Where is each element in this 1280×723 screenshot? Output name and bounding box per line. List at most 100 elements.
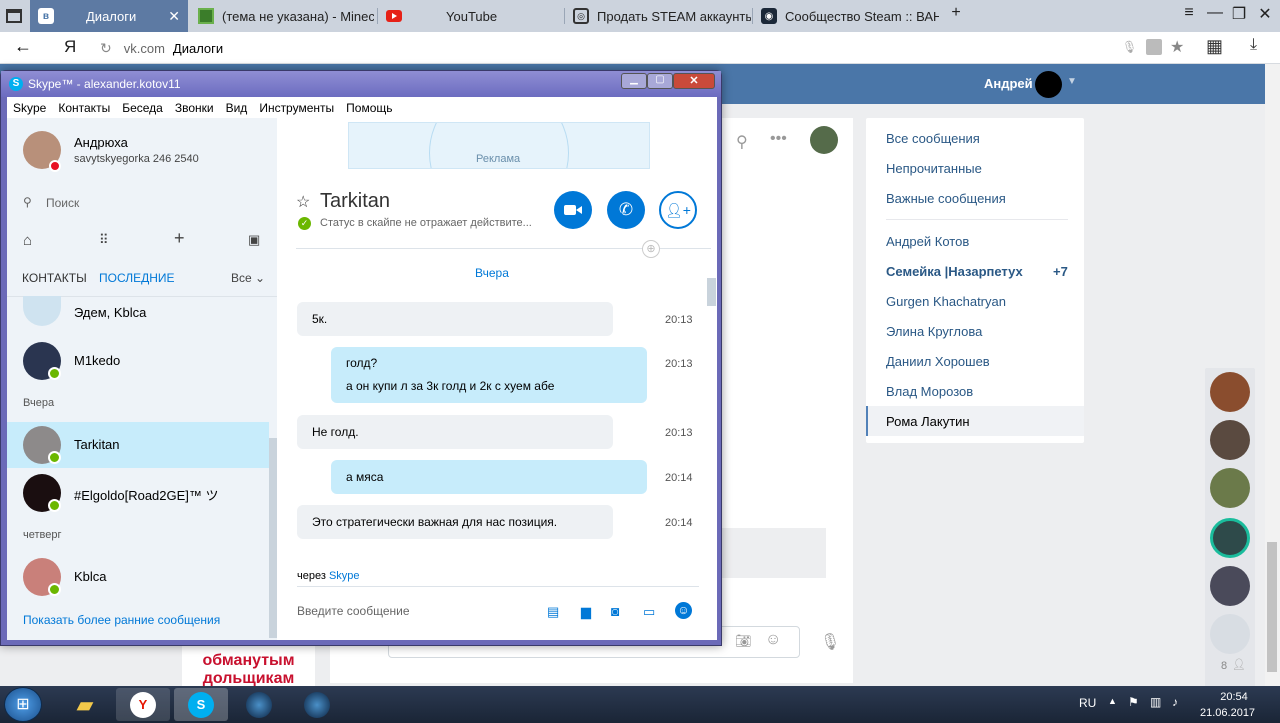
refresh-icon[interactable]: ↻ <box>100 40 112 57</box>
message-bubble-incoming[interactable]: Это стратегически важная для нас позиция… <box>297 505 613 539</box>
network-icon[interactable]: ▥ <box>1150 695 1161 709</box>
close-window-icon[interactable]: ✕ <box>1252 4 1278 24</box>
skype-taskbar-button[interactable]: S <box>174 688 228 721</box>
dialog-item-selected[interactable]: Рома Лакутин <box>866 406 1084 436</box>
menu-help[interactable]: Помощь <box>346 101 392 115</box>
friend-avatar[interactable] <box>1210 614 1250 654</box>
language-indicator[interactable]: RU <box>1079 696 1096 710</box>
video-call-button[interactable] <box>554 191 592 229</box>
browser-menu-icon[interactable]: ≡ <box>1176 4 1202 22</box>
emoticon-icon[interactable]: ☺ <box>675 602 692 619</box>
explorer-taskbar-button[interactable]: ▰ <box>58 688 112 721</box>
clock-date[interactable]: 21.06.2017 <box>1200 707 1255 719</box>
tabs-menu-button[interactable] <box>0 0 26 32</box>
video-message-icon[interactable]: ◙ <box>611 603 619 619</box>
chat-scrollbar[interactable] <box>707 278 716 306</box>
tab-dialogs[interactable]: в Диалоги ✕ <box>30 0 188 32</box>
close-tab-icon[interactable]: ✕ <box>168 8 180 25</box>
profile-mood[interactable]: savytskyegorka 246 2540 <box>74 153 199 165</box>
camera-icon[interactable]: 📷︎ <box>735 633 752 649</box>
contact-item-selected[interactable]: Tarkitan <box>7 422 269 468</box>
home-icon[interactable]: ⌂ <box>23 232 32 249</box>
vk-user-name[interactable]: Андрей <box>984 76 1033 91</box>
tab-minecraft[interactable]: (тема не указана) - Minecra <box>190 0 374 32</box>
tab-recent[interactable]: ПОСЛЕДНИЕ <box>99 271 175 285</box>
show-earlier-link[interactable]: Показать более ранние сообщения <box>23 613 220 627</box>
message-bubble-incoming[interactable]: Не голд. <box>297 415 613 449</box>
friend-avatar[interactable] <box>1210 566 1250 606</box>
audio-call-button[interactable]: ✆ <box>607 191 645 229</box>
tray-arrow-icon[interactable]: ▲ <box>1108 696 1117 706</box>
menu-conversation[interactable]: Беседа <box>122 101 163 115</box>
more-icon[interactable]: ••• <box>770 130 787 148</box>
menu-view[interactable]: Вид <box>226 101 248 115</box>
tab-steam-sell[interactable]: ◎ Продать STEAM аккаунты <box>565 0 751 32</box>
friend-avatar[interactable] <box>1210 518 1250 558</box>
volume-icon[interactable]: ♪ <box>1172 695 1178 709</box>
smile-icon[interactable]: ☺ <box>765 631 781 649</box>
app-taskbar-button[interactable] <box>290 688 344 721</box>
filter-dropdown[interactable]: Все ⌄ <box>231 271 265 285</box>
skype-titlebar[interactable]: S Skype™ - alexander.kotov11 ▁ ▢ ✕ <box>1 71 721 97</box>
message-input[interactable]: Введите сообщение <box>297 604 410 618</box>
add-participant-button[interactable]: 👤︎+ <box>659 191 697 229</box>
friend-avatar[interactable] <box>1210 372 1250 412</box>
vk-avatar[interactable] <box>1035 71 1062 98</box>
skype-close-button[interactable]: ✕ <box>673 73 715 89</box>
dialog-item[interactable]: Андрей Котов <box>886 234 969 249</box>
restore-icon[interactable]: ❐ <box>1226 4 1252 24</box>
dialpad-icon[interactable]: ⠿ <box>99 232 109 248</box>
clock-time[interactable]: 20:54 <box>1212 691 1256 703</box>
flag-icon[interactable]: ⚑ <box>1128 695 1139 709</box>
chevron-down-icon[interactable]: ▼ <box>1067 76 1077 87</box>
add-contact-icon[interactable]: ▣ <box>248 232 260 248</box>
contact-search-input[interactable]: Поиск <box>46 196 79 210</box>
send-contact-icon[interactable]: ▤ <box>547 604 559 620</box>
favorite-star-icon[interactable]: ☆ <box>296 192 310 212</box>
ad-banner[interactable]: Реклама <box>348 122 650 169</box>
menu-tools[interactable]: Инструменты <box>259 101 334 115</box>
menu-skype[interactable]: Skype <box>13 101 46 115</box>
page-scrollbar[interactable] <box>1265 64 1280 686</box>
chat-contact-name[interactable]: Tarkitan <box>320 190 390 213</box>
menu-calls[interactable]: Звонки <box>175 101 214 115</box>
add-icon[interactable]: + <box>174 228 185 249</box>
url-field[interactable]: ↻ vk.com Диалоги <box>100 36 1190 60</box>
contact-item[interactable]: Kblca <box>7 552 269 610</box>
mic-icon[interactable]: 🎙︎ <box>1122 40 1137 54</box>
contacts-card-icon[interactable]: ▭ <box>643 604 655 620</box>
back-arrow-icon[interactable]: ← <box>14 36 32 57</box>
menu-unread[interactable]: Непрочитанные <box>886 161 982 176</box>
dialog-item[interactable]: Влад Морозов <box>886 384 973 399</box>
star-icon[interactable]: ★ <box>1170 37 1184 57</box>
minimize-icon[interactable]: — <box>1202 4 1228 22</box>
profile-name[interactable]: Андрюха <box>74 135 128 150</box>
menu-important[interactable]: Важные сообщения <box>886 191 1006 206</box>
voice-mic-icon[interactable]: 🎙︎ <box>820 632 840 652</box>
tab-youtube[interactable]: YouTube <box>378 0 564 32</box>
message-bubble-incoming[interactable]: 5к. <box>297 302 613 336</box>
message-bubble-outgoing[interactable]: голд? а он купи л за 3к голд и 2к с хуем… <box>331 347 647 403</box>
skype-minimize-button[interactable]: ▁ <box>621 73 647 89</box>
dialog-item[interactable]: Gurgen Khachatryan <box>886 294 1006 309</box>
yandex-logo-icon[interactable]: Я <box>64 37 76 57</box>
via-skype-link[interactable]: Skype <box>329 570 360 582</box>
menu-contacts[interactable]: Контакты <box>58 101 110 115</box>
download-icon[interactable]: ⤓ <box>1250 36 1257 54</box>
dialog-avatar[interactable] <box>810 126 838 154</box>
dialog-item[interactable]: Семейка |Назарпетух <box>886 264 1023 279</box>
friend-avatar[interactable] <box>1210 468 1250 508</box>
tableau-icon[interactable]: ▦ <box>1206 36 1223 57</box>
app-taskbar-button[interactable] <box>232 688 286 721</box>
lock-icon[interactable] <box>1146 39 1162 55</box>
contact-item[interactable]: M1kedo <box>7 336 269 394</box>
yandex-taskbar-button[interactable]: Y <box>116 688 170 721</box>
contact-item[interactable]: #Elgoldo[Road2GE]™ ツ <box>7 468 269 526</box>
scrollbar-thumb[interactable] <box>1267 542 1277 672</box>
skype-maximize-button[interactable]: ▢ <box>647 73 673 89</box>
tab-steam-community[interactable]: ◉ Сообщество Steam :: ВАН <box>753 0 939 32</box>
new-tab-button[interactable]: + <box>943 4 969 22</box>
message-bubble-outgoing[interactable]: а мяса <box>331 460 647 494</box>
menu-all-messages[interactable]: Все сообщения <box>886 131 980 146</box>
tab-contacts[interactable]: КОНТАКТЫ <box>22 271 87 285</box>
